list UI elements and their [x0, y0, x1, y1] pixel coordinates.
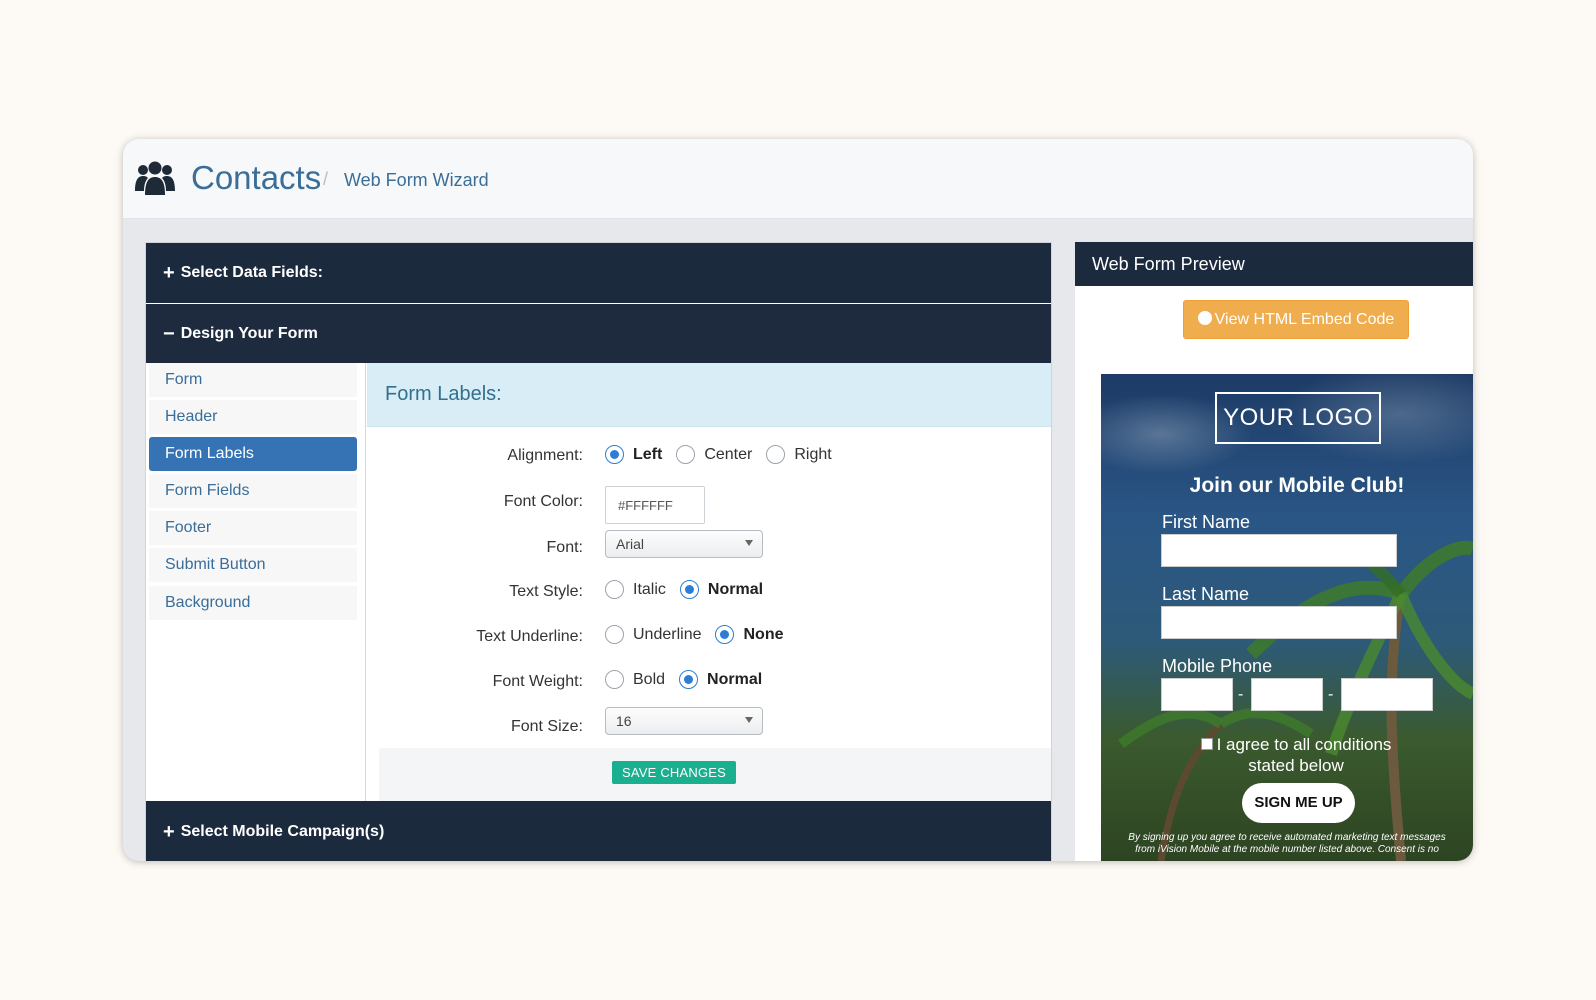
radio-unchecked-icon — [605, 670, 624, 689]
text-style-label: Text Style: — [509, 583, 583, 600]
button-label: View HTML Embed Code — [1214, 311, 1395, 328]
mobile-phone-label: Mobile Phone — [1162, 656, 1273, 676]
web-form-preview: YOUR LOGO Join our Mobile Club! First Na… — [1101, 374, 1473, 861]
globe-icon — [1197, 311, 1212, 325]
font-size-select[interactable]: 16 — [605, 707, 763, 735]
text-style-normal-radio[interactable]: Normal — [679, 580, 764, 599]
font-weight-normal-radio[interactable]: Normal — [679, 670, 762, 689]
dropdown-arrow-icon — [745, 717, 753, 723]
agree-checkbox[interactable] — [1200, 738, 1213, 750]
alignment-left-radio[interactable]: Left — [605, 445, 662, 464]
view-embed-code-button[interactable]: View HTML Embed Code — [1183, 300, 1409, 339]
preview-title: Web Form Preview — [1075, 242, 1473, 286]
font-select[interactable]: Arial — [605, 530, 763, 558]
radio-label: Normal — [707, 670, 763, 688]
nav-item-form-fields[interactable]: Form Fields — [149, 474, 357, 508]
breadcrumb-separator: / — [323, 169, 329, 189]
agree-label: I agree to all conditions stated below — [1216, 735, 1392, 775]
font-label: Font: — [546, 539, 583, 556]
radio-unchecked-icon — [676, 445, 696, 464]
radio-label: Center — [704, 445, 753, 463]
page-header: Contacts / Web Form Wizard — [123, 139, 1473, 219]
radio-label: Bold — [633, 670, 666, 688]
alignment-radio-group: Left Center Right — [605, 445, 846, 464]
last-name-label: Last Name — [1162, 584, 1250, 604]
wizard-panel: + Select Data Fields: − Design Your Form… — [145, 242, 1052, 861]
phone-separator: - — [1328, 686, 1334, 703]
nav-item-background[interactable]: Background — [149, 586, 357, 620]
font-color-input[interactable] — [605, 486, 705, 524]
app-window: Contacts / Web Form Wizard + Select Data… — [123, 139, 1473, 861]
nav-item-form-labels[interactable]: Form Labels — [149, 437, 357, 471]
save-bar: SAVE CHANGES — [379, 748, 1051, 801]
accordion-select-data-fields[interactable]: + Select Data Fields: — [146, 243, 1051, 303]
radio-unchecked-icon — [605, 580, 624, 599]
radio-label: Right — [794, 445, 832, 463]
font-color-label: Font Color: — [503, 493, 583, 510]
minus-icon: − — [163, 322, 175, 345]
preview-panel: Web Form Preview View HTML Embed Code YO… — [1075, 242, 1473, 861]
font-weight-bold-radio[interactable]: Bold — [605, 670, 665, 689]
select-value: Arial — [616, 536, 645, 552]
nav-item-footer[interactable]: Footer — [149, 511, 357, 545]
alignment-center-radio[interactable]: Center — [676, 445, 752, 464]
radio-unchecked-icon — [605, 625, 624, 644]
first-name-label: First Name — [1162, 512, 1251, 532]
first-name-input[interactable] — [1161, 534, 1397, 567]
alignment-label: Alignment: — [507, 447, 583, 464]
radio-unchecked-icon — [766, 445, 786, 464]
breadcrumb-web-form-wizard[interactable]: Web Form Wizard — [344, 170, 489, 191]
text-style-italic-radio[interactable]: Italic — [605, 580, 666, 599]
nav-item-header[interactable]: Header — [149, 400, 357, 434]
section-title: Form Labels: — [385, 383, 502, 405]
plus-icon: + — [163, 820, 175, 843]
preview-headline: Join our Mobile Club! — [1189, 474, 1405, 497]
disclaimer-line: By signing up you agree to receive autom… — [1128, 832, 1446, 843]
font-weight-radio-group: Bold Normal — [605, 670, 776, 689]
phone-area-input[interactable] — [1161, 678, 1233, 711]
text-underline-radio-group: Underline None — [605, 625, 797, 644]
text-underline-none-radio[interactable]: None — [715, 625, 783, 644]
nav-item-submit-button[interactable]: Submit Button — [149, 548, 357, 582]
form-labels-content: Form Labels: Alignment: Left Center Righ… — [367, 363, 1051, 801]
save-changes-button[interactable]: SAVE CHANGES — [612, 761, 736, 784]
logo-placeholder: YOUR LOGO — [1215, 392, 1381, 444]
accordion-select-mobile-campaigns[interactable]: + Select Mobile Campaign(s) — [146, 801, 1051, 861]
sign-me-up-button[interactable]: SIGN ME UP — [1242, 783, 1355, 823]
text-underline-label: Text Underline: — [476, 628, 583, 645]
select-value: 16 — [616, 713, 632, 729]
preview-disclaimer: By signing up you agree to receive autom… — [1101, 832, 1473, 856]
text-style-radio-group: Italic Normal — [605, 580, 777, 599]
page-title: Contacts — [191, 159, 322, 196]
radio-label: Normal — [707, 580, 764, 598]
radio-label: None — [743, 625, 784, 643]
radio-checked-icon — [679, 580, 699, 599]
accordion-label: Select Data Fields: — [180, 264, 323, 281]
font-weight-label: Font Weight: — [492, 673, 583, 690]
last-name-input[interactable] — [1161, 606, 1397, 639]
agree-checkbox-row[interactable]: I agree to all conditions stated below — [1196, 734, 1396, 776]
radio-label: Underline — [633, 625, 702, 643]
disclaimer-line: from iVision Mobile at the mobile number… — [1135, 844, 1439, 855]
alignment-right-radio[interactable]: Right — [766, 445, 832, 464]
section-heading: Form Labels: — [367, 363, 1051, 427]
plus-icon: + — [163, 262, 175, 284]
accordion-label: Select Mobile Campaign(s) — [180, 822, 385, 840]
text-underline-underline-radio[interactable]: Underline — [605, 625, 701, 644]
accordion-design-your-form[interactable]: − Design Your Form — [146, 304, 1051, 363]
radio-checked-icon — [679, 670, 699, 689]
radio-label: Left — [633, 445, 663, 463]
accordion-label: Design Your Form — [180, 324, 318, 342]
dropdown-arrow-icon — [745, 540, 753, 546]
phone-line-input[interactable] — [1341, 678, 1433, 711]
font-size-label: Font Size: — [510, 718, 583, 735]
radio-label: Italic — [633, 580, 666, 598]
phone-prefix-input[interactable] — [1251, 678, 1323, 711]
design-nav: Form Header Form Labels Form Fields Foot… — [146, 363, 366, 801]
radio-checked-icon — [605, 445, 624, 464]
radio-checked-icon — [715, 625, 735, 644]
phone-separator: - — [1238, 686, 1244, 703]
nav-item-form[interactable]: Form — [149, 363, 357, 397]
people-icon — [135, 161, 175, 195]
